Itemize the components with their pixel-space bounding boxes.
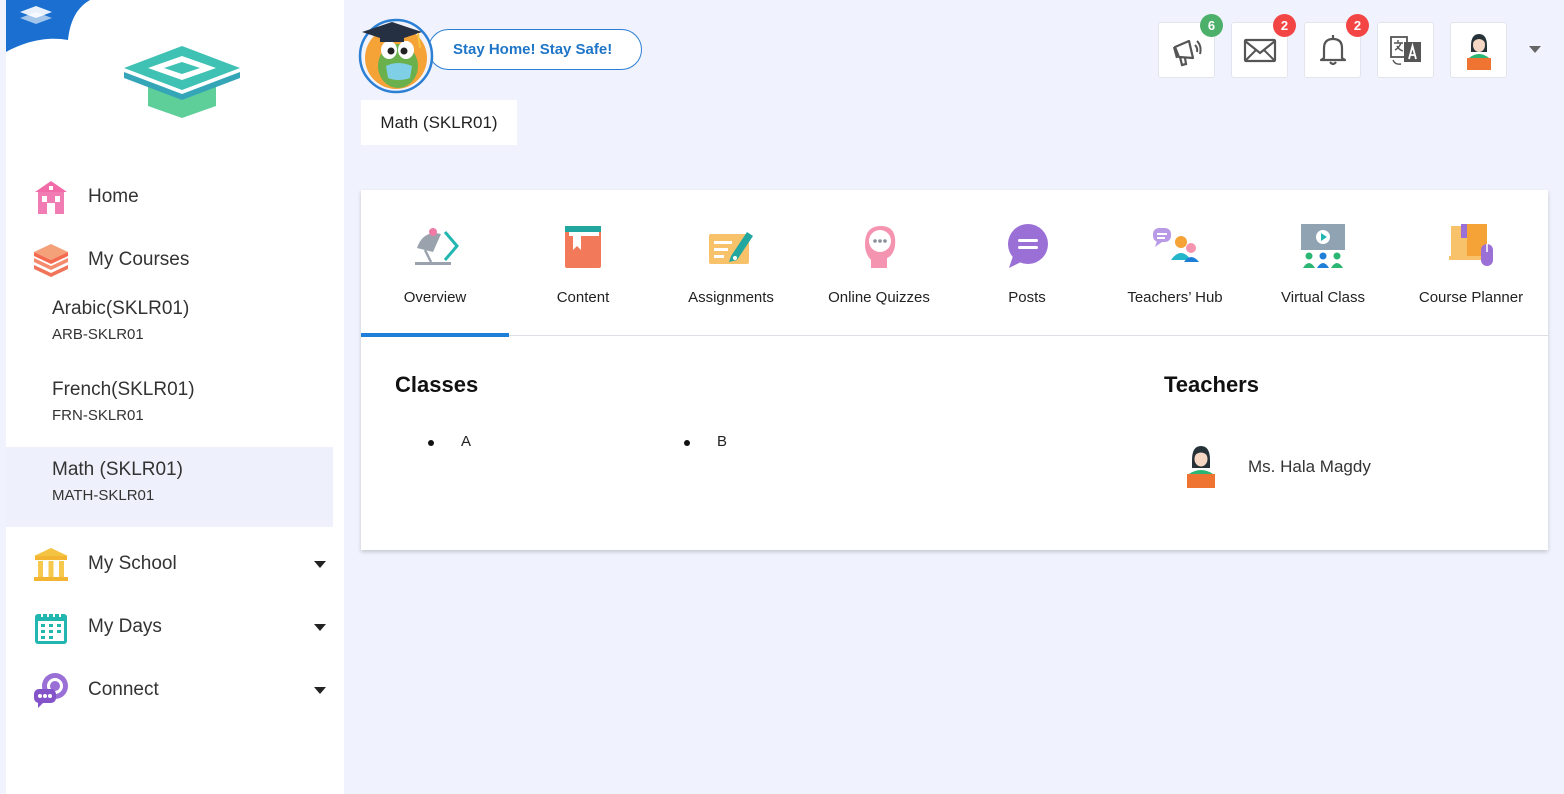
stay-home-banner[interactable]: Stay Home! Stay Safe! — [428, 29, 642, 70]
tab-label: Virtual Class — [1281, 289, 1365, 306]
tab-label: Assignments — [688, 289, 774, 306]
envelope-icon — [1243, 38, 1276, 63]
posts-icon — [1008, 224, 1048, 268]
content-icon — [565, 226, 601, 268]
tab-teachers-hub[interactable]: Teachers’ Hub — [1101, 190, 1249, 336]
home-icon — [32, 178, 70, 216]
current-course-chip: Math (SKLR01) — [361, 100, 517, 145]
messages-button[interactable]: 2 — [1231, 14, 1296, 78]
courses-icon — [32, 241, 70, 279]
school-icon — [32, 545, 70, 583]
classes-heading: Classes — [395, 372, 479, 397]
tab-label: Online Quizzes — [828, 289, 930, 306]
course-code: MATH-SKLR01 — [52, 487, 155, 504]
course-name: Math (SKLR01) — [52, 459, 183, 480]
course-item-arabic[interactable]: Arabic(SKLR01) ARB-SKLR01 — [6, 286, 333, 366]
nav-my-days[interactable]: My Days — [6, 602, 344, 652]
virtual-class-icon — [1301, 224, 1345, 268]
language-button[interactable] — [1377, 22, 1434, 78]
brand-logo-icon — [124, 46, 240, 118]
overview-icon — [415, 228, 459, 265]
tab-assignments[interactable]: Assignments — [657, 190, 805, 336]
user-menu-button[interactable] — [1450, 22, 1507, 78]
sidebar: Home My Courses Arabic(SKLR01) ARB-SKLR0… — [6, 0, 344, 794]
teacher-row[interactable]: Ms. Hala Magdy — [1183, 442, 1483, 492]
course-tabs: Overview Content Assignments Online Quiz… — [361, 190, 1548, 337]
class-list-item[interactable]: A — [427, 433, 471, 450]
chevron-down-icon[interactable] — [1529, 46, 1541, 53]
tab-course-planner[interactable]: Course Planner — [1397, 190, 1545, 336]
quizzes-icon — [865, 226, 896, 268]
chevron-down-icon[interactable] — [314, 686, 326, 694]
chevron-down-icon[interactable] — [314, 560, 326, 568]
course-name: Arabic(SKLR01) — [52, 298, 190, 319]
nav-my-school-label: My School — [88, 553, 177, 574]
nav-my-days-label: My Days — [88, 616, 162, 637]
tab-label: Course Planner — [1418, 289, 1524, 306]
tab-overview[interactable]: Overview — [361, 190, 509, 337]
messages-count-badge: 2 — [1273, 14, 1296, 37]
nav-home[interactable]: Home — [6, 172, 344, 222]
teacher-avatar-icon — [1187, 446, 1215, 488]
course-code: FRN-SKLR01 — [52, 407, 144, 424]
nav-connect-label: Connect — [88, 679, 159, 700]
tab-content[interactable]: Content — [509, 190, 657, 336]
tab-label: Content — [556, 289, 610, 306]
course-item-math[interactable]: Math (SKLR01) MATH-SKLR01 — [6, 447, 333, 527]
connect-icon — [32, 671, 70, 709]
course-planner-icon — [1449, 224, 1493, 266]
megaphone-icon — [1172, 39, 1202, 67]
tab-online-quizzes[interactable]: Online Quizzes — [805, 190, 953, 336]
announcements-count-badge: 6 — [1200, 14, 1223, 37]
nav-home-label: Home — [88, 186, 139, 207]
user-avatar-icon — [1466, 34, 1491, 70]
mascot-avatar-icon — [358, 18, 434, 94]
current-course-label: Math (SKLR01) — [380, 112, 498, 132]
tab-label: Overview — [403, 289, 467, 306]
stay-home-banner-text: Stay Home! Stay Safe! — [453, 41, 613, 58]
notifications-count-badge: 2 — [1346, 14, 1369, 37]
teachers-hub-icon — [1153, 228, 1199, 262]
calendar-icon — [32, 608, 70, 646]
course-code: ARB-SKLR01 — [52, 326, 144, 343]
tab-virtual-class[interactable]: Virtual Class — [1249, 190, 1397, 336]
tab-label: Teachers’ Hub — [1127, 289, 1223, 306]
tab-posts[interactable]: Posts — [953, 190, 1101, 336]
bell-icon — [1319, 35, 1346, 66]
assignments-icon — [709, 232, 753, 264]
translate-icon — [1389, 36, 1421, 65]
course-item-french[interactable]: French(SKLR01) FRN-SKLR01 — [6, 367, 333, 447]
class-list-item[interactable]: B — [683, 433, 727, 450]
notifications-button[interactable]: 2 — [1304, 14, 1369, 78]
teachers-heading: Teachers — [1164, 372, 1259, 397]
app-corner-logo-icon[interactable] — [6, 0, 90, 52]
teacher-name: Ms. Hala Magdy — [1248, 457, 1371, 476]
nav-my-courses-label: My Courses — [88, 249, 190, 270]
chevron-down-icon[interactable] — [314, 623, 326, 631]
nav-my-courses[interactable]: My Courses — [6, 235, 344, 285]
nav-my-school[interactable]: My School — [6, 539, 344, 589]
course-name: French(SKLR01) — [52, 379, 195, 400]
tab-label: Posts — [1008, 289, 1046, 306]
course-overview-card: Overview Content Assignments Online Quiz… — [361, 190, 1548, 550]
nav-connect[interactable]: Connect — [6, 665, 344, 715]
announcements-button[interactable]: 6 — [1158, 14, 1223, 78]
